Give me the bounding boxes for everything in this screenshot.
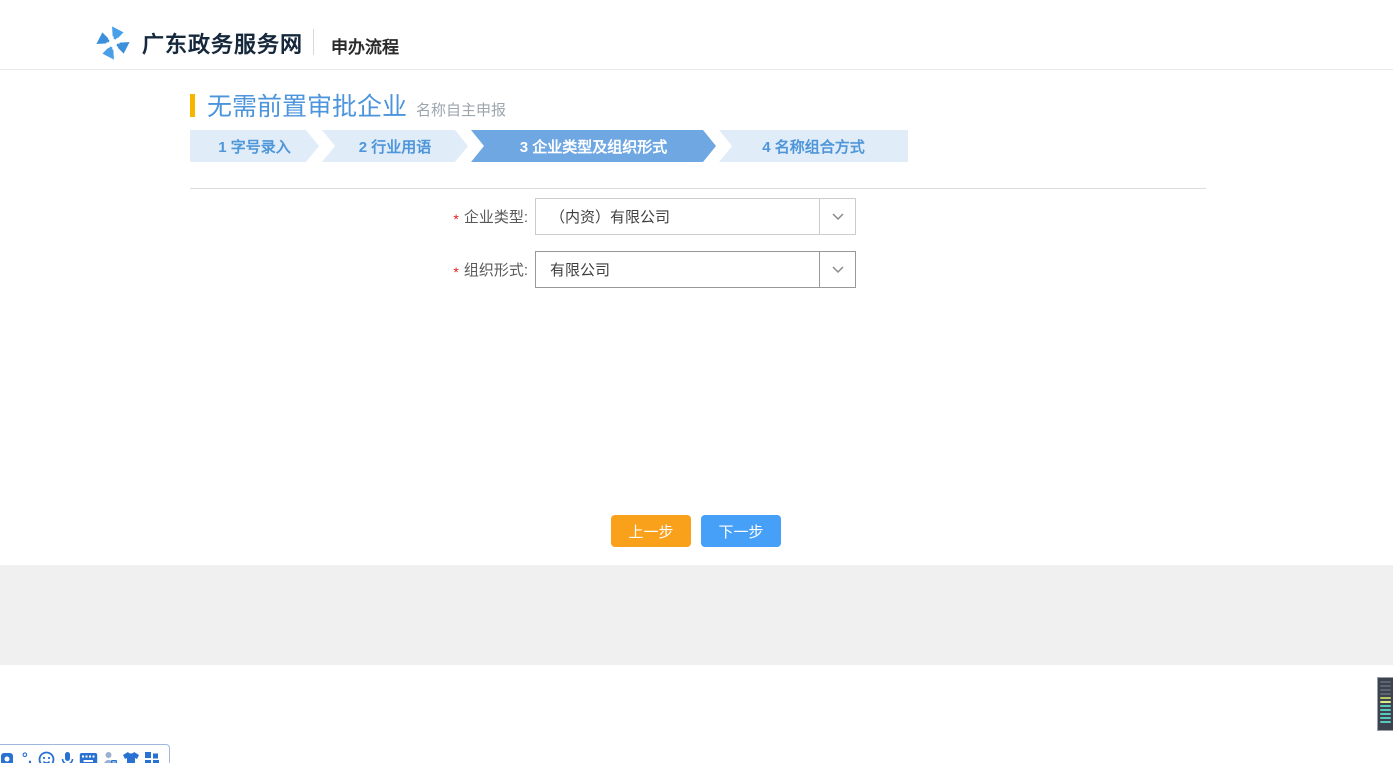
step-4-name-combination[interactable]: 4 名称组合方式 <box>719 130 908 162</box>
previous-step-button[interactable]: 上一步 <box>611 515 691 547</box>
brand-title: 广东政务服务网 <box>142 27 303 59</box>
organization-form-label-text: 组织形式: <box>464 259 528 280</box>
chevron-down-icon <box>819 252 855 287</box>
chevron-down-icon <box>819 199 855 234</box>
organization-form-label: * 组织形式: <box>300 251 528 288</box>
toolbox-grid-icon[interactable] <box>141 749 162 763</box>
ime-mode-icon[interactable] <box>0 749 18 763</box>
header: 广东政务服务网 申办流程 <box>0 0 1393 70</box>
organization-form-value: 有限公司 <box>536 252 819 287</box>
enterprise-type-label-text: 企业类型: <box>464 206 528 227</box>
handwriting-icon[interactable] <box>99 749 120 763</box>
nav-title: 申办流程 <box>331 33 399 58</box>
keyboard-icon[interactable] <box>78 749 99 763</box>
page-root: 广东政务服务网 申办流程 无需前置审批企业 名称自主申报 1 字号录入 2 行业… <box>0 0 1393 763</box>
next-step-button[interactable]: 下一步 <box>701 515 781 547</box>
pinwheel-logo-icon <box>94 24 132 62</box>
enterprise-type-value: （内资）有限公司 <box>536 199 819 234</box>
footer: 主办：深圳市市场监督管理局（深圳市知识产权局） 承办：浪潮软件股份有限公司 版权… <box>0 565 1393 665</box>
header-divider <box>313 29 314 55</box>
ime-toolbar: °, <box>0 744 170 763</box>
step-3-enterprise-type[interactable]: 3 企业类型及组织形式 <box>471 130 716 162</box>
edge-monitor-widget <box>1377 677 1393 731</box>
accent-bar <box>190 94 195 117</box>
organization-form-select[interactable]: 有限公司 <box>535 251 856 288</box>
brand-link[interactable]: 广东政务服务网 <box>94 24 303 62</box>
required-asterisk: * <box>453 264 458 280</box>
required-asterisk: * <box>453 211 458 227</box>
enterprise-type-select[interactable]: （内资）有限公司 <box>535 198 856 235</box>
step-2-industry-term[interactable]: 2 行业用语 <box>322 130 468 162</box>
step-1-trade-name[interactable]: 1 字号录入 <box>190 130 319 162</box>
emoji-icon[interactable] <box>36 749 57 763</box>
page-title: 无需前置审批企业 <box>207 87 407 123</box>
page-subtitle: 名称自主申报 <box>416 99 506 120</box>
microphone-icon[interactable] <box>57 749 78 763</box>
skin-icon[interactable] <box>120 749 141 763</box>
content-divider <box>190 188 1206 189</box>
step-wizard: 1 字号录入 2 行业用语 3 企业类型及组织形式 4 名称组合方式 <box>190 130 908 162</box>
page-title-block: 无需前置审批企业 名称自主申报 <box>190 90 506 120</box>
enterprise-type-label: * 企业类型: <box>300 198 528 235</box>
punctuation-mode-icon[interactable]: °, <box>18 754 36 763</box>
